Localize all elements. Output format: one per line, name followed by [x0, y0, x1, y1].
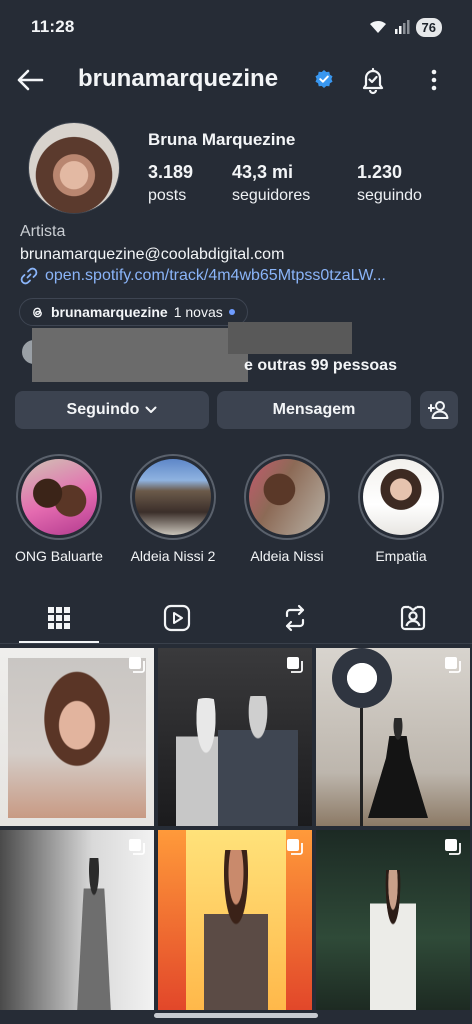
- highlight-ring: [130, 454, 216, 540]
- highlight-empatia[interactable]: Empatia: [356, 454, 446, 564]
- carousel-icon: [287, 657, 303, 673]
- stat-followers-label: seguidores: [232, 187, 311, 204]
- stat-posts-value: 3.189: [148, 162, 194, 182]
- following-button[interactable]: Seguindo: [15, 391, 209, 429]
- battery-indicator: 76: [415, 17, 442, 37]
- link-icon: [20, 267, 38, 285]
- content-tabs: [0, 594, 472, 644]
- redacted-block: [228, 322, 352, 354]
- status-bar: 11:28 76: [0, 0, 472, 54]
- carousel-icon: [129, 657, 145, 673]
- suggested-users-button[interactable]: [420, 391, 458, 429]
- stat-following-label: seguindo: [357, 187, 422, 204]
- post-thumbnail[interactable]: [158, 648, 312, 826]
- redacted-block: [32, 328, 248, 382]
- notifications-button[interactable]: [357, 64, 389, 96]
- post-thumbnail[interactable]: [316, 830, 470, 1010]
- post-image: [368, 718, 428, 818]
- stat-followers[interactable]: 43,3 mi seguidores: [232, 162, 310, 205]
- tab-tagged[interactable]: [393, 600, 433, 636]
- highlight-ring: [358, 454, 444, 540]
- home-indicator[interactable]: [154, 1013, 318, 1018]
- post-image: [218, 696, 298, 826]
- reposts-icon: [285, 604, 305, 632]
- display-name: Bruna Marquezine: [148, 130, 296, 149]
- highlight-cover: [135, 459, 211, 535]
- message-button-label: Mensagem: [272, 401, 356, 418]
- profile-email[interactable]: brunamarquezine@coolabdigital.com: [20, 246, 284, 264]
- highlight-ring: [16, 454, 102, 540]
- message-button[interactable]: Mensagem: [217, 391, 411, 429]
- status-icons: 76: [368, 17, 442, 37]
- highlight-label: Aldeia Nissi 2: [130, 548, 216, 564]
- threads-handle: brunamarquezine: [51, 304, 168, 320]
- highlight-aldeia-nissi-2[interactable]: Aldeia Nissi 2: [128, 454, 218, 564]
- profile-category: Artista: [20, 223, 66, 240]
- profile-avatar[interactable]: [28, 122, 120, 214]
- stat-following[interactable]: 1.230 seguindo: [357, 162, 422, 205]
- status-time: 11:28: [31, 17, 75, 36]
- post-image: [370, 870, 416, 1010]
- highlight-ring: [244, 454, 330, 540]
- back-button[interactable]: [14, 64, 46, 96]
- post-thumbnail[interactable]: [0, 830, 154, 1010]
- carousel-icon: [445, 657, 461, 673]
- new-dot: [228, 309, 235, 315]
- stat-following-value: 1.230: [357, 162, 403, 182]
- profile-link[interactable]: open.spotify.com/track/4m4wb65Mtpss0tzaL…: [20, 267, 386, 285]
- carousel-icon: [287, 839, 303, 855]
- followed-by-text: e outras 99 pessoas: [244, 357, 397, 374]
- highlight-label: Empatia: [375, 548, 427, 564]
- stat-posts[interactable]: 3.189 posts: [148, 162, 193, 205]
- threads-new-count: 1 novas: [173, 304, 223, 320]
- post-thumbnail[interactable]: [158, 830, 312, 1010]
- highlight-cover: [249, 459, 325, 535]
- tagged-icon: [400, 605, 426, 631]
- signal-icon: [394, 20, 410, 34]
- tab-reposts[interactable]: [275, 600, 315, 636]
- followed-by-row[interactable]: e outras 99 pessoas: [18, 322, 458, 386]
- highlight-cover: [21, 459, 97, 535]
- carousel-icon: [129, 839, 145, 855]
- verified-badge-icon: [315, 70, 333, 88]
- post-image: [8, 658, 146, 818]
- profile-username: brunamarquezine: [78, 65, 279, 92]
- tab-posts[interactable]: [39, 600, 79, 636]
- stat-followers-value: 43,3 mi: [232, 162, 294, 182]
- threads-icon: [33, 307, 42, 317]
- post-image: [360, 708, 363, 826]
- post-thumbnail[interactable]: [0, 648, 154, 826]
- tab-reels[interactable]: [157, 600, 197, 636]
- add-user-icon: [428, 401, 449, 419]
- chevron-down-icon: [145, 406, 157, 413]
- post-image: [77, 858, 111, 1010]
- more-vertical-icon: [431, 69, 437, 91]
- post-image: [204, 850, 268, 1010]
- post-image: [332, 648, 392, 708]
- profile-link-text: open.spotify.com/track/4m4wb65Mtpss0tzaL…: [45, 267, 386, 284]
- post-thumbnail[interactable]: [316, 648, 470, 826]
- more-options-button[interactable]: [418, 64, 450, 96]
- stat-posts-label: posts: [148, 187, 187, 204]
- reels-icon: [163, 604, 191, 632]
- highlight-label: ONG Baluarte: [15, 548, 103, 564]
- active-tab-indicator: [19, 641, 99, 643]
- following-button-label: Seguindo: [66, 401, 140, 418]
- highlight-ong-baluarte[interactable]: ONG Baluarte: [14, 454, 104, 564]
- grid-icon: [48, 607, 70, 629]
- profile-header: brunamarquezine: [0, 56, 472, 102]
- highlight-label: Aldeia Nissi: [250, 548, 324, 564]
- bell-check-icon: [362, 67, 384, 95]
- highlight-cover: [363, 459, 439, 535]
- wifi-icon: [369, 20, 386, 33]
- carousel-icon: [445, 839, 461, 855]
- arrow-left-icon: [17, 69, 44, 91]
- highlight-aldeia-nissi[interactable]: Aldeia Nissi: [242, 454, 332, 564]
